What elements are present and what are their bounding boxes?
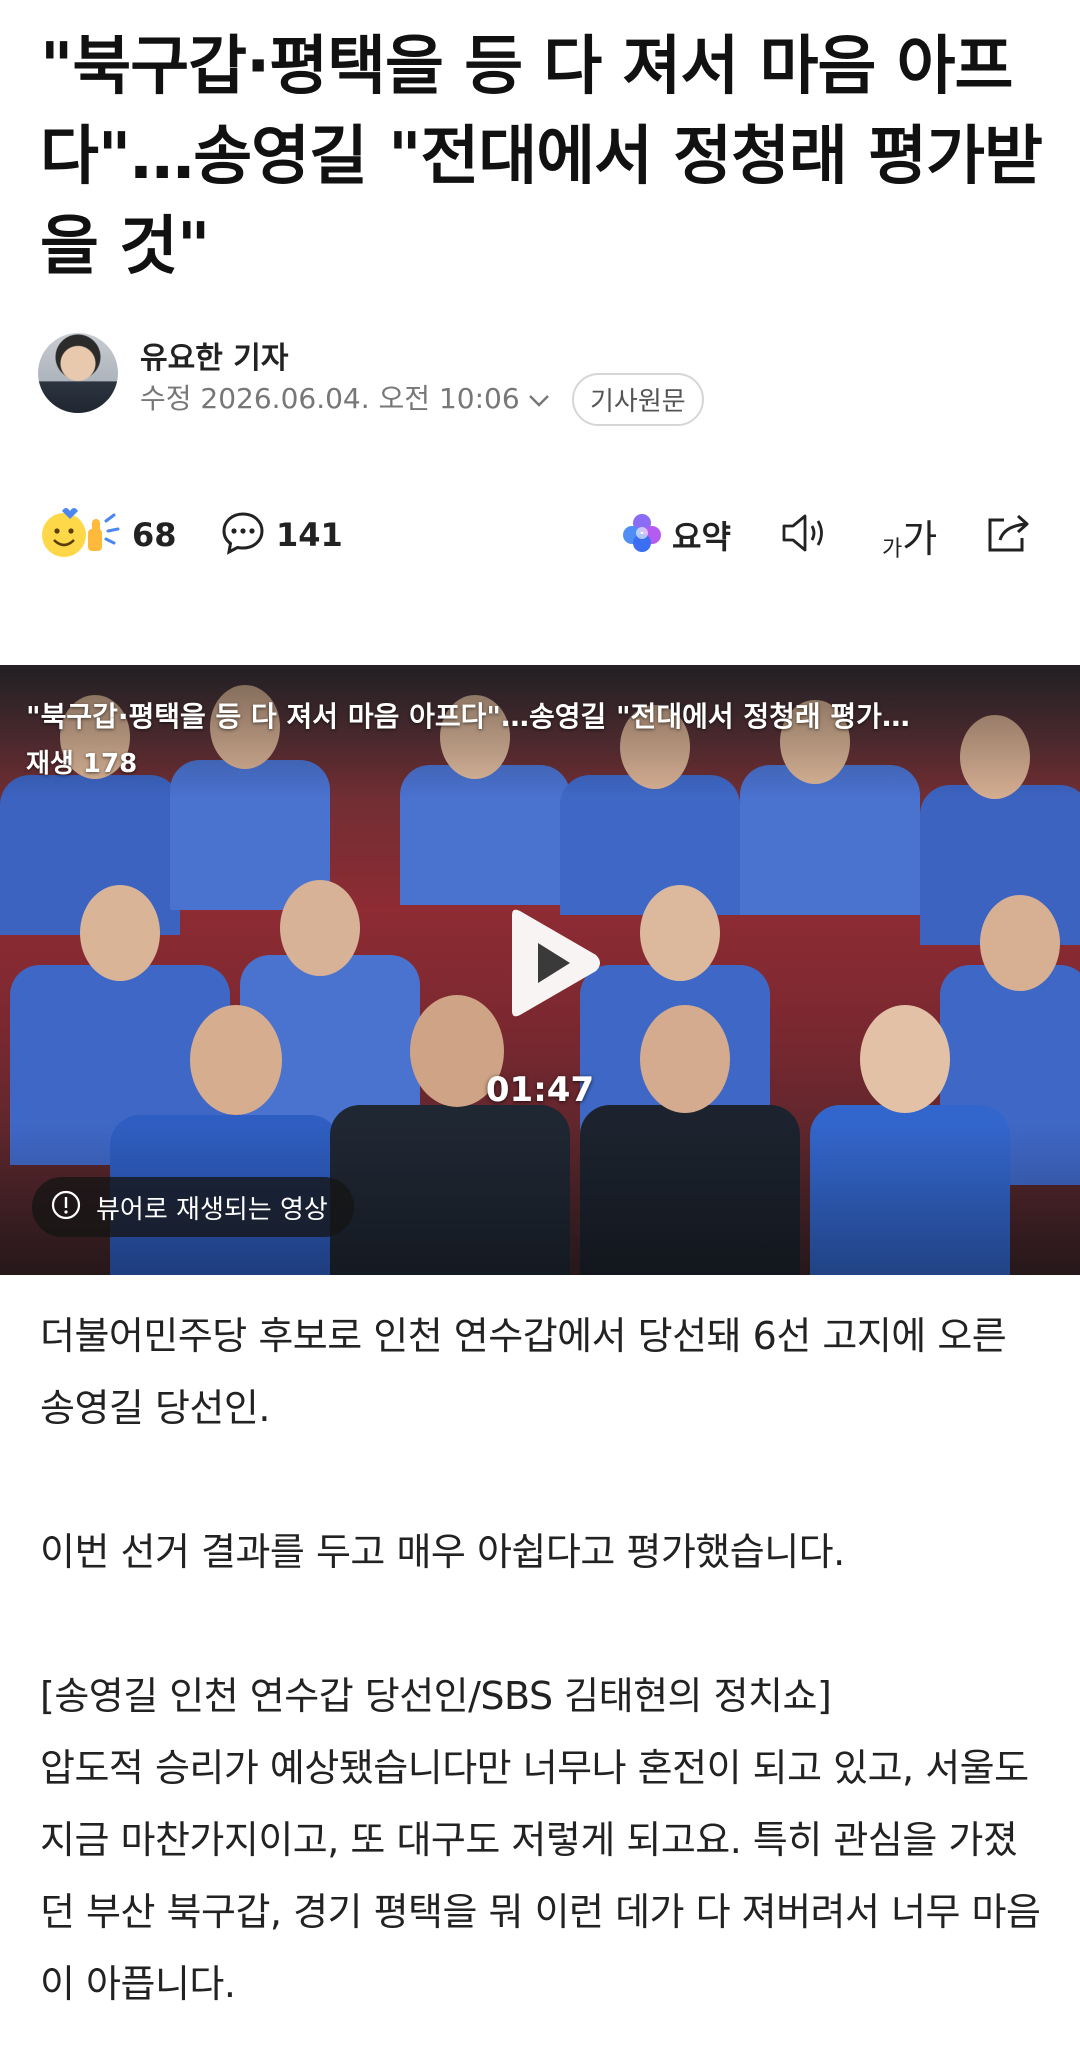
speaker-icon bbox=[780, 510, 832, 560]
reporter-avatar[interactable] bbox=[38, 333, 118, 413]
reaction-count: 68 bbox=[132, 516, 177, 554]
share-button[interactable] bbox=[984, 505, 1032, 565]
chevron-down-icon[interactable] bbox=[528, 382, 550, 415]
reaction-button[interactable]: 68 bbox=[40, 505, 177, 565]
byline: 유요한 기자 수정 2026.06.04. 오전 10:06 기사원문 bbox=[38, 333, 1038, 426]
viewer-notice[interactable]: 뷰어로 재생되는 영상 bbox=[32, 1177, 354, 1237]
article-date[interactable]: 수정 2026.06.04. 오전 10:06 bbox=[140, 377, 550, 417]
play-button[interactable] bbox=[490, 905, 610, 1025]
video-views: 재생 178 bbox=[26, 749, 138, 779]
article-headline: "북구갑·평택을 등 다 져서 마음 아프다"…송영길 "전대에서 정청래 평가… bbox=[40, 30, 1043, 284]
font-size-icon: 가 가 bbox=[882, 508, 937, 563]
comment-button[interactable]: 141 bbox=[220, 505, 343, 565]
reporter-name[interactable]: 유요한 기자 bbox=[140, 333, 288, 377]
ai-summary-icon bbox=[620, 511, 664, 559]
original-article-button[interactable]: 기사원문 bbox=[572, 373, 704, 426]
article-toolbar: 68 141 요약 가 가 bbox=[40, 505, 1040, 565]
body-paragraph: 더불어민주당 후보로 인천 연수갑에서 당선돼 6선 고지에 오른 송영길 당선… bbox=[40, 1314, 1007, 1430]
share-icon bbox=[984, 510, 1032, 560]
info-icon bbox=[50, 1189, 82, 1225]
tts-button[interactable] bbox=[780, 505, 832, 565]
video-player[interactable]: "북구갑·평택을 등 다 져서 마음 아프다"…송영길 "전대에서 정청래 평가… bbox=[0, 665, 1080, 1275]
font-size-button[interactable]: 가 가 bbox=[882, 505, 937, 565]
video-duration: 01:47 bbox=[485, 1070, 595, 1110]
summary-label: 요약 bbox=[672, 518, 731, 556]
body-paragraph: [송영길 인천 연수갑 당선인/SBS 김태현의 정치쇼] 압도적 승리가 예상… bbox=[40, 1674, 1041, 2006]
comment-count: 141 bbox=[276, 516, 343, 554]
font-large-glyph: 가 bbox=[902, 516, 938, 561]
video-title: "북구갑·평택을 등 다 져서 마음 아프다"…송영길 "전대에서 정청래 평가… bbox=[26, 700, 910, 733]
reaction-emoji-icon bbox=[40, 505, 122, 565]
comment-icon bbox=[220, 510, 266, 560]
article-body: 더불어민주당 후보로 인천 연수갑에서 당선돼 6선 고지에 오른 송영길 당선… bbox=[40, 1300, 1050, 2020]
body-paragraph: 이번 선거 결과를 두고 매우 아쉽다고 평가했습니다. bbox=[40, 1530, 845, 1574]
play-icon bbox=[490, 903, 610, 1027]
viewer-notice-text: 뷰어로 재생되는 영상 bbox=[96, 1194, 328, 1225]
date-text: 수정 2026.06.04. 오전 10:06 bbox=[140, 382, 520, 415]
font-small-glyph: 가 bbox=[882, 536, 903, 562]
summary-button[interactable]: 요약 bbox=[620, 505, 731, 565]
